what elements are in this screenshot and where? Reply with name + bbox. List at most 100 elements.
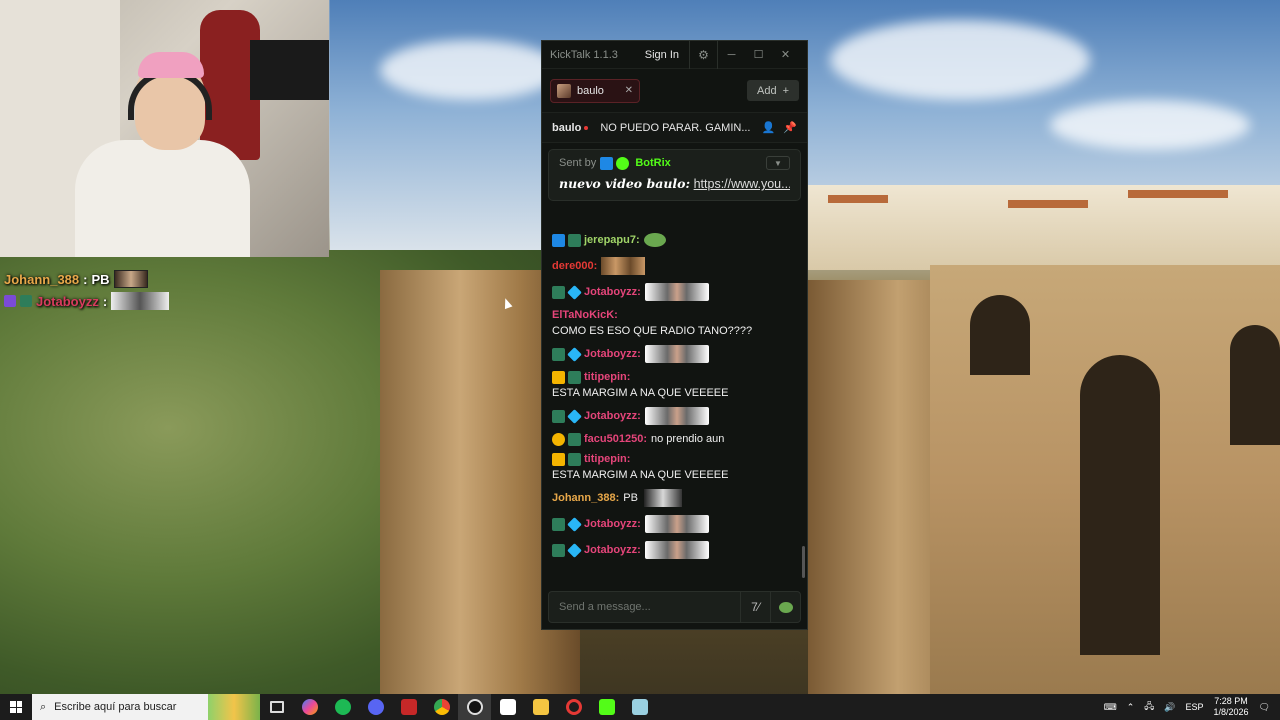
spotify-icon[interactable] bbox=[326, 694, 359, 720]
windows-logo-icon bbox=[10, 701, 22, 713]
voicemod-icon[interactable] bbox=[392, 694, 425, 720]
verified-badge-icon bbox=[616, 156, 630, 170]
wallpaper-town bbox=[808, 185, 1280, 270]
house-badge-icon bbox=[552, 543, 565, 557]
chat-message: dere000: bbox=[552, 253, 797, 279]
overlay-chat-line: Jotaboyzz : bbox=[4, 290, 170, 312]
stream-overlay-chat: Johann_388 : PB Jotaboyzz : bbox=[4, 268, 170, 312]
file-explorer-icon[interactable] bbox=[524, 694, 557, 720]
pin-icon[interactable]: 📌 bbox=[783, 121, 797, 134]
7tv-emote-icon[interactable]: 7⁄ bbox=[740, 592, 770, 622]
pinned-link[interactable]: https://www.you... bbox=[694, 177, 790, 191]
message-input[interactable]: Send a message... 7⁄ bbox=[548, 591, 801, 623]
chat-message: Jotaboyzz: bbox=[552, 403, 797, 429]
chat-text: ESTA MARGIM A NA QUE VEEEEE bbox=[552, 469, 729, 481]
chevron-up-icon[interactable]: ⌃ bbox=[1127, 702, 1135, 713]
chat-username[interactable]: jerepapu7: bbox=[584, 232, 640, 248]
tab-baulo[interactable]: baulo ✕ bbox=[550, 78, 640, 103]
clock[interactable]: 7:28 PM 1/8/2026 bbox=[1214, 696, 1249, 718]
chat-message: Jotaboyzz: bbox=[552, 279, 797, 305]
house-badge-icon bbox=[568, 233, 581, 247]
tab-label: baulo bbox=[577, 84, 604, 97]
streamer-name[interactable]: baulo bbox=[552, 122, 581, 134]
chat-text: PB bbox=[623, 492, 638, 504]
cow-emote bbox=[643, 489, 682, 507]
chevron-down-icon[interactable]: ▼ bbox=[766, 156, 790, 170]
language-indicator[interactable]: ESP bbox=[1186, 702, 1204, 712]
sub-badge-icon bbox=[567, 542, 582, 558]
webcam-feed bbox=[0, 0, 329, 257]
copilot-icon[interactable] bbox=[293, 694, 326, 720]
clock-time: 7:28 PM bbox=[1214, 696, 1248, 706]
chat-username[interactable]: ElTaNoKicK: bbox=[552, 307, 618, 323]
obs-icon[interactable] bbox=[458, 694, 491, 720]
stream-info-bar: baulo NO PUEDO PARAR. GAMIN... 👤 📌 bbox=[542, 113, 807, 143]
add-chatroom-button[interactable]: Add + bbox=[746, 80, 799, 101]
message-input-placeholder: Send a message... bbox=[559, 601, 651, 613]
stream-title: NO PUEDO PARAR. GAMIN... bbox=[600, 121, 751, 134]
house-badge-icon bbox=[552, 409, 565, 423]
chat-message: Johann_388: PB bbox=[552, 485, 797, 511]
minimize-icon[interactable]: ─ bbox=[718, 49, 745, 61]
close-icon[interactable]: ✕ bbox=[772, 48, 799, 61]
chat-message: Jotaboyzz: bbox=[552, 341, 797, 367]
house-badge-icon bbox=[552, 347, 565, 361]
chat-username[interactable]: Jotaboyzz: bbox=[584, 346, 641, 362]
chat-username[interactable]: Jotaboyzz: bbox=[584, 284, 641, 300]
chat-username[interactable]: facu501250: bbox=[584, 431, 647, 447]
chat-text: ESTA MARGIM A NA QUE VEEEEE bbox=[552, 387, 729, 399]
maximize-icon[interactable]: ☐ bbox=[745, 48, 772, 61]
chat-message: Jotaboyzz: bbox=[552, 537, 797, 563]
chat-username[interactable]: Jotaboyzz: bbox=[584, 542, 641, 558]
chat-message: facu501250: no prendio aun bbox=[552, 429, 797, 449]
task-view-icon[interactable] bbox=[260, 694, 293, 720]
house-badge-icon bbox=[552, 517, 565, 531]
chrome-icon[interactable] bbox=[425, 694, 458, 720]
overlay-username: Jotaboyzz bbox=[36, 293, 99, 309]
taskbar-search[interactable]: ⌕ Escribe aquí para buscar bbox=[32, 694, 260, 720]
close-tab-icon[interactable]: ✕ bbox=[625, 85, 633, 96]
gear-icon[interactable]: ⚙ bbox=[690, 40, 718, 69]
sub-badge-icon bbox=[567, 516, 582, 532]
notifications-icon[interactable]: 🗨 bbox=[1259, 702, 1270, 713]
opera-icon[interactable] bbox=[557, 694, 590, 720]
network-icon[interactable]: 🖧 bbox=[1144, 699, 1154, 715]
face-emote bbox=[644, 515, 709, 533]
chat-username[interactable]: Jotaboyzz: bbox=[584, 516, 641, 532]
app-title: KickTalk 1.1.3 bbox=[550, 48, 618, 61]
frog-emote bbox=[643, 233, 666, 247]
emote-picker-button[interactable] bbox=[770, 592, 800, 622]
crown-badge-icon bbox=[552, 370, 565, 384]
chat-messages: jerepapu7: dere000: Jotaboyzz: ElTaNoKic… bbox=[542, 227, 807, 577]
kick-icon[interactable] bbox=[590, 694, 623, 720]
chat-username[interactable]: titipepin: bbox=[584, 451, 630, 467]
overlay-separator: : bbox=[102, 293, 108, 309]
face-emote bbox=[644, 541, 709, 559]
overlay-username: Johann_388 bbox=[4, 271, 80, 287]
chat-username[interactable]: dere000: bbox=[552, 258, 597, 274]
title-bar: KickTalk 1.1.3 Sign In ⚙ ─ ☐ ✕ bbox=[542, 40, 807, 69]
frog-icon bbox=[778, 601, 793, 613]
chat-scrollbar[interactable] bbox=[802, 546, 805, 578]
start-button[interactable] bbox=[0, 694, 32, 720]
chat-username[interactable]: titipepin: bbox=[584, 369, 630, 385]
user-icon[interactable]: 👤 bbox=[762, 121, 776, 134]
pinned-text: nuevo video baulo: bbox=[559, 176, 691, 191]
overlay-message: PB bbox=[91, 271, 110, 287]
sign-in-button[interactable]: Sign In bbox=[635, 40, 690, 69]
chat-message: ElTaNoKicK: COMO ES ESO QUE RADIO TANO??… bbox=[552, 305, 797, 341]
bot-badge-icon bbox=[600, 156, 614, 170]
discord-icon[interactable] bbox=[359, 694, 392, 720]
emote-image bbox=[113, 270, 148, 288]
live-indicator-icon bbox=[584, 125, 589, 130]
capcut-icon[interactable] bbox=[491, 694, 524, 720]
chat-username[interactable]: Johann_388: bbox=[552, 490, 619, 506]
add-label: Add bbox=[756, 84, 777, 97]
chat-username[interactable]: Jotaboyzz: bbox=[584, 408, 641, 424]
one-month-badge-icon bbox=[552, 432, 565, 446]
overlay-chat-line: Johann_388 : PB bbox=[4, 268, 169, 290]
keyboard-icon[interactable]: ⌨ bbox=[1104, 702, 1117, 713]
kicktalk-app-icon[interactable] bbox=[623, 694, 656, 720]
emote-image bbox=[111, 292, 170, 310]
volume-icon[interactable]: 🔊 bbox=[1164, 702, 1175, 713]
